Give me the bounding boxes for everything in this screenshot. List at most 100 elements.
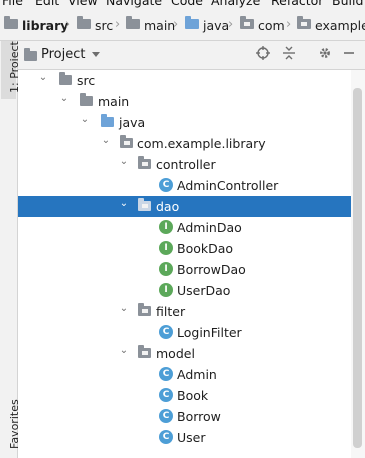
chevron-down-icon[interactable]: ⌄ (119, 199, 129, 209)
breadcrumb-separator-icon: › (228, 17, 234, 32)
package-icon (297, 16, 311, 29)
tree-node-label: UserDao (177, 283, 231, 298)
tree-node-borrowdao[interactable]: I BorrowDao (18, 259, 351, 280)
tree-node-userdao[interactable]: I UserDao (18, 280, 351, 301)
chevron-down-icon[interactable]: ⌄ (59, 94, 69, 104)
chevron-down-icon[interactable]: ⌄ (80, 115, 90, 125)
breadcrumb-separator-icon: › (115, 17, 121, 32)
folder-icon (77, 16, 91, 29)
package-icon (138, 345, 151, 358)
breadcrumb-label: com (258, 17, 285, 33)
class-icon: C (159, 409, 173, 423)
project-view-title[interactable]: Project (41, 41, 85, 69)
breadcrumb-label: library (22, 17, 69, 33)
tree-node-label: Borrow (177, 409, 221, 424)
tree-node-src[interactable]: ⌄ src (18, 70, 351, 91)
breadcrumb: library › src › main › java › com › exam… (0, 10, 365, 41)
tree-node-label: BorrowDao (177, 262, 246, 277)
tree-node-label: dao (156, 199, 180, 214)
tree-node-borrow[interactable]: C Borrow (18, 406, 351, 427)
breadcrumb-java[interactable]: java (185, 10, 229, 40)
breadcrumb-label: java (203, 17, 230, 33)
tree-node-label: AdminController (177, 178, 279, 193)
tree-node-user[interactable]: C User (18, 427, 351, 448)
breadcrumb-separator-icon: › (65, 17, 71, 32)
folder-icon (4, 16, 18, 29)
tree-node-label: LoginFilter (177, 325, 242, 340)
menu-file[interactable]: File (2, 0, 23, 10)
chevron-down-icon[interactable]: ⌄ (119, 157, 129, 167)
breadcrumb-main[interactable]: main (126, 10, 175, 40)
chevron-down-icon[interactable]: ⌄ (119, 346, 129, 356)
tree-node-dao[interactable]: ⌄ dao (18, 196, 351, 217)
collapse-icon[interactable] (280, 46, 298, 64)
scrollbar-thumb[interactable] (353, 88, 362, 448)
menu-edit[interactable]: Edit (35, 0, 59, 10)
gear-icon[interactable] (316, 46, 334, 64)
tree-node-label: java (119, 115, 146, 130)
package-icon (240, 16, 254, 29)
source-folder-icon (185, 16, 199, 29)
package-icon (138, 198, 151, 211)
tree-node-main[interactable]: ⌄ main (18, 91, 351, 112)
breadcrumb-label: src (95, 17, 114, 33)
tree-node-label: User (177, 430, 206, 445)
interface-icon: I (159, 220, 173, 234)
folder-icon (59, 72, 72, 85)
breadcrumb-separator-icon: › (286, 17, 292, 32)
tree-node-admindao[interactable]: I AdminDao (18, 217, 351, 238)
menu-view[interactable]: View (68, 0, 98, 10)
tree-node-label: model (156, 346, 195, 361)
tree-node-label: controller (156, 157, 216, 172)
tree-node-model[interactable]: ⌄ model (18, 343, 351, 364)
chevron-down-icon[interactable]: ⌄ (119, 304, 129, 314)
breadcrumb-library[interactable]: library (4, 10, 68, 40)
project-view-icon (24, 48, 37, 61)
class-icon: C (159, 388, 173, 402)
tree-node-label: AdminDao (177, 220, 242, 235)
tree-node-label: BookDao (177, 241, 234, 256)
folder-icon (126, 16, 140, 29)
interface-icon: I (159, 262, 173, 276)
package-icon (120, 135, 133, 148)
class-icon: C (159, 367, 173, 381)
package-icon (138, 303, 151, 316)
tree-node-admin[interactable]: C Admin (18, 364, 351, 385)
chevron-down-icon[interactable] (92, 52, 100, 57)
chevron-down-icon[interactable]: ⌄ (38, 73, 48, 83)
class-icon: C (159, 430, 173, 444)
tree-node-bookdao[interactable]: I BookDao (18, 238, 351, 259)
menu-analyze[interactable]: Analyze (211, 0, 260, 10)
minimize-icon[interactable] (340, 46, 358, 64)
breadcrumb-src[interactable]: src (77, 10, 113, 40)
tree-node-filter[interactable]: ⌄ filter (18, 301, 351, 322)
tree-node-label: main (98, 94, 130, 109)
tree-node-com-example-library[interactable]: ⌄ com.example.library (18, 133, 351, 154)
folder-icon (80, 93, 93, 106)
breadcrumb-com[interactable]: com (240, 10, 285, 40)
package-icon (138, 156, 151, 169)
breadcrumb-example[interactable]: example (297, 10, 365, 40)
tree-node-controller[interactable]: ⌄ controller (18, 154, 351, 175)
tree-node-java[interactable]: ⌄ java (18, 112, 351, 133)
tree-node-label: Admin (177, 367, 217, 382)
class-icon: C (159, 178, 173, 192)
interface-icon: I (159, 283, 173, 297)
class-icon: C (159, 325, 173, 339)
chevron-down-icon[interactable]: ⌄ (101, 136, 111, 146)
menu-refactor[interactable]: Refactor (271, 0, 323, 10)
interface-icon: I (159, 241, 173, 255)
menu-build[interactable]: Build (332, 0, 363, 10)
tree-node-label: src (77, 73, 96, 88)
project-tree: ⌄ src ⌄ main ⌄ java ⌄ com.example.librar… (18, 70, 351, 458)
tree-node-loginfilter[interactable]: C LoginFilter (18, 322, 351, 343)
target-icon[interactable] (254, 46, 272, 64)
menu-navigate[interactable]: Navigate (106, 0, 162, 10)
tree-node-book[interactable]: C Book (18, 385, 351, 406)
breadcrumb-separator-icon: › (173, 17, 179, 32)
breadcrumb-label: example (315, 17, 365, 33)
menu-code[interactable]: Code (171, 0, 203, 10)
menu-bar: File Edit View Navigate Code Analyze Ref… (0, 0, 365, 10)
tree-node-label: com.example.library (137, 136, 266, 151)
tree-node-admincontroller[interactable]: C AdminController (18, 175, 351, 196)
